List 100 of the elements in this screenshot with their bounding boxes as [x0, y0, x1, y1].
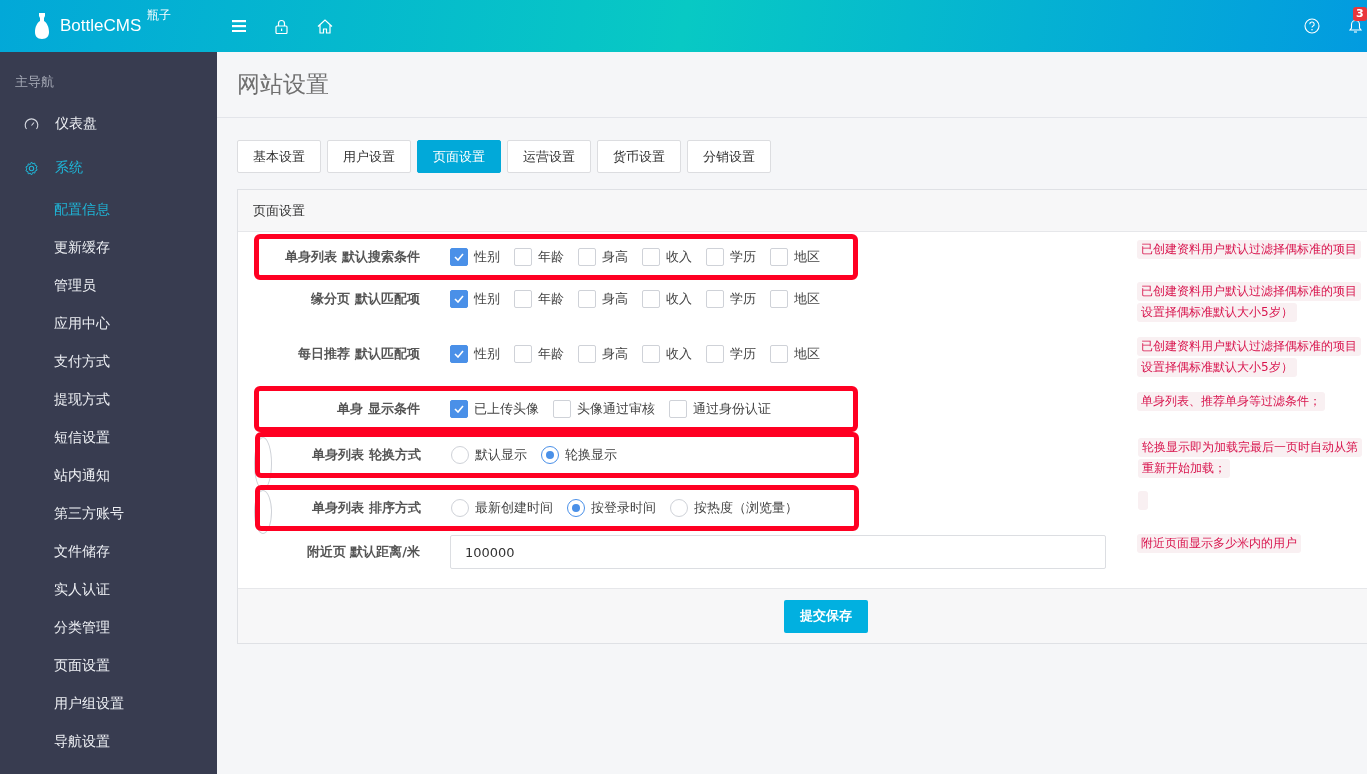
option-label: 性别	[474, 345, 500, 363]
checkbox[interactable]	[642, 248, 660, 266]
sidebar-subitem[interactable]: 提现方式	[0, 380, 217, 418]
option-label: 通过身份认证	[693, 400, 771, 418]
field-label: 缘分页 默认匹配项	[310, 290, 420, 308]
checkbox[interactable]	[706, 290, 724, 308]
sidebar-subitem[interactable]: 实人认证	[0, 570, 217, 608]
option-label: 收入	[666, 345, 692, 363]
option-label: 头像通过审核	[577, 400, 655, 418]
hint-text: 已创建资料用户默认过滤择偶标准的项目	[1137, 240, 1361, 259]
lock-icon[interactable]	[275, 18, 288, 34]
option-label: 性别	[474, 248, 500, 266]
hint-text: 重新开始加载；	[1138, 459, 1230, 478]
sidebar-item[interactable]: 仪表盘	[0, 102, 217, 146]
checkbox[interactable]	[578, 345, 596, 363]
checkbox[interactable]	[706, 248, 724, 266]
checkbox[interactable]	[450, 345, 468, 363]
field-label: 单身列表 默认搜索条件	[284, 248, 420, 266]
checkbox[interactable]	[578, 290, 596, 308]
checkbox[interactable]	[642, 345, 660, 363]
radio-button[interactable]	[451, 499, 469, 517]
sidebar-subitem[interactable]: 配置信息	[0, 190, 217, 228]
gear-icon	[24, 160, 39, 176]
hint-text: 轮换显示即为加载完最后一页时自动从第	[1138, 438, 1362, 457]
hint-text: 单身列表、推荐单身等过滤条件；	[1137, 392, 1325, 411]
logo-text: BottleCMS	[60, 16, 142, 36]
check-icon	[454, 295, 464, 303]
gauge-icon	[24, 116, 39, 132]
sidebar-subitem[interactable]: 第三方账号	[0, 494, 217, 532]
bottle-icon	[34, 13, 50, 39]
option-label: 学历	[730, 290, 756, 308]
radio-button[interactable]	[451, 446, 469, 464]
home-icon[interactable]	[317, 18, 333, 34]
panel-title: 页面设置	[253, 201, 305, 220]
checkbox[interactable]	[514, 290, 532, 308]
text-field[interactable]: 100000	[450, 535, 1106, 569]
tab[interactable]: 货币设置	[597, 140, 681, 173]
field-label: 每日推荐 默认匹配项	[297, 345, 420, 363]
sidebar-subitem[interactable]: 应用中心	[0, 304, 217, 342]
option-label: 轮换显示	[565, 446, 617, 464]
radio-button[interactable]	[541, 446, 559, 464]
checkbox[interactable]	[770, 290, 788, 308]
hint-text: 设置择偶标准默认大小5岁）	[1137, 303, 1297, 322]
sidebar-subitem[interactable]: 导航设置	[0, 722, 217, 760]
checkbox[interactable]	[553, 400, 571, 418]
field-label: 单身 显示条件	[336, 400, 420, 418]
option-label: 年龄	[538, 290, 564, 308]
field-label: 附近页 默认距离/米	[305, 543, 420, 561]
checkbox[interactable]	[669, 400, 687, 418]
option-label: 年龄	[538, 248, 564, 266]
checkbox[interactable]	[514, 345, 532, 363]
notification-badge: 3	[1353, 7, 1367, 21]
checkbox[interactable]	[514, 248, 532, 266]
sidebar-subitem[interactable]: 站内通知	[0, 456, 217, 494]
menu-icon[interactable]	[232, 20, 246, 32]
option-label: 身高	[602, 345, 628, 363]
checkbox[interactable]	[770, 345, 788, 363]
sidebar-subitem[interactable]: 更新缓存	[0, 228, 217, 266]
option-label: 地区	[794, 345, 820, 363]
option-label: 已上传头像	[474, 400, 539, 418]
tab[interactable]: 运营设置	[507, 140, 591, 173]
nav-heading: 主导航	[14, 73, 55, 91]
checkbox[interactable]	[450, 248, 468, 266]
option-label: 地区	[794, 248, 820, 266]
field-label: 单身列表 轮换方式	[311, 446, 421, 464]
sidebar-subitem[interactable]: 短信设置	[0, 418, 217, 456]
radio-button[interactable]	[567, 499, 585, 517]
bell-icon[interactable]	[1348, 18, 1363, 34]
option-label: 学历	[730, 345, 756, 363]
option-label: 收入	[666, 248, 692, 266]
option-label: 身高	[602, 290, 628, 308]
sidebar-subitem[interactable]: 用户组设置	[0, 684, 217, 722]
checkbox[interactable]	[642, 290, 660, 308]
option-label: 按登录时间	[591, 499, 656, 517]
option-label: 学历	[730, 248, 756, 266]
option-label: 年龄	[538, 345, 564, 363]
option-label: 按热度（浏览量）	[694, 499, 798, 517]
sidebar-subitem[interactable]: 分类管理	[0, 608, 217, 646]
sidebar-subitem[interactable]: 管理员	[0, 266, 217, 304]
option-label: 性别	[474, 290, 500, 308]
checkbox[interactable]	[770, 248, 788, 266]
check-icon	[454, 350, 464, 358]
help-icon[interactable]	[1304, 18, 1320, 34]
tab[interactable]: 分销设置	[687, 140, 771, 173]
tab[interactable]: 基本设置	[237, 140, 321, 173]
sidebar-item[interactable]: 系统	[0, 146, 217, 190]
sidebar-subitem[interactable]: 文件储存	[0, 532, 217, 570]
checkbox[interactable]	[578, 248, 596, 266]
checkbox[interactable]	[450, 290, 468, 308]
sidebar-subitem[interactable]: 页面设置	[0, 646, 217, 684]
radio-button[interactable]	[670, 499, 688, 517]
option-label: 默认显示	[475, 446, 527, 464]
checkbox[interactable]	[706, 345, 724, 363]
check-icon	[454, 405, 464, 413]
logo-text: 瓶子	[147, 7, 172, 24]
tab[interactable]: 用户设置	[327, 140, 411, 173]
checkbox[interactable]	[450, 400, 468, 418]
check-icon	[454, 253, 464, 261]
hint-text: 设置择偶标准默认大小5岁）	[1137, 358, 1297, 377]
sidebar-subitem[interactable]: 支付方式	[0, 342, 217, 380]
